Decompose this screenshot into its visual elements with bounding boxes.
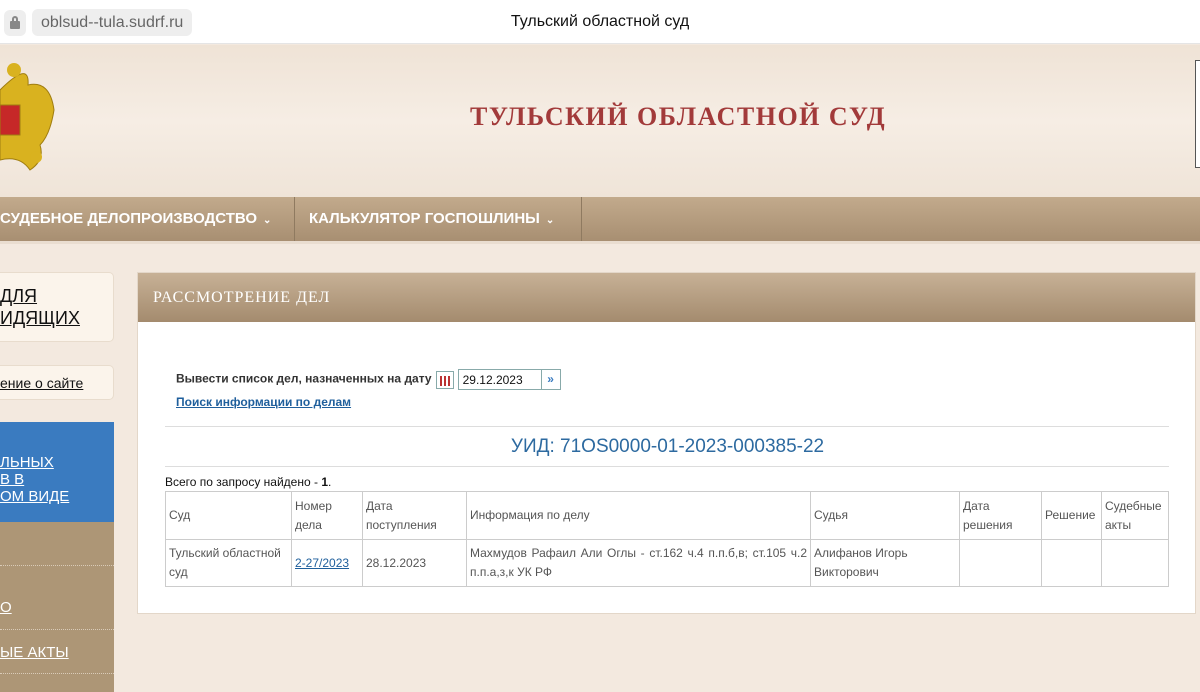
col-header: Номер дела bbox=[291, 491, 363, 540]
about-site-box: ение о сайте bbox=[0, 365, 114, 400]
sidebar-item[interactable]: ЫЕ АКТЫ bbox=[0, 644, 69, 661]
cell-court: Тульский областной суд bbox=[165, 539, 292, 587]
site-header: ТУЛЬСКИЙ ОБЛАСТНОЙ СУД bbox=[0, 45, 1200, 197]
main-nav: СУДЕБНОЕ ДЕЛОПРОИЗВОДСТВО ⌄ КАЛЬКУЛЯТОР Г… bbox=[0, 197, 1200, 244]
col-header: Информация по делу bbox=[466, 491, 811, 540]
date-form: Вывести список дел, назначенных на дату 2… bbox=[176, 369, 561, 409]
chevron-down-icon: ⌄ bbox=[545, 215, 555, 226]
divider bbox=[0, 673, 114, 674]
sidebar-blue-link[interactable]: ЛЬНЫХ В В ОМ ВИДЕ bbox=[0, 454, 69, 505]
browser-bar: oblsud--tula.sudrf.ru Тульский областной… bbox=[0, 0, 1200, 44]
col-header: Судья bbox=[810, 491, 960, 540]
cases-table: Суд Номер дела Дата поступления Информац… bbox=[165, 491, 1169, 587]
case-number-link[interactable]: 2-27/2023 bbox=[295, 556, 349, 570]
divider bbox=[0, 629, 114, 630]
date-input[interactable]: 29.12.2023 bbox=[457, 369, 542, 390]
col-header: Дата поступления bbox=[362, 491, 467, 540]
table-header-row: Суд Номер дела Дата поступления Информац… bbox=[165, 491, 1169, 540]
results-count: Всего по запросу найдено - 1. bbox=[165, 475, 332, 489]
nav-label: КАЛЬКУЛЯТОР ГОСПОШЛИНЫ bbox=[309, 210, 540, 227]
sidebar-menu: О ЫЕ АКТЫ bbox=[0, 522, 114, 692]
visually-impaired-link[interactable]: ДЛЯ ИДЯЩИХ bbox=[0, 285, 80, 329]
case-search-link[interactable]: Поиск информации по делам bbox=[176, 395, 561, 409]
panel-title: РАССМОТРЕНИЕ ДЕЛ bbox=[138, 273, 1195, 322]
calendar-icon[interactable] bbox=[435, 370, 454, 389]
col-header: Суд bbox=[165, 491, 292, 540]
cell-received: 28.12.2023 bbox=[362, 539, 467, 587]
date-label: Вывести список дел, назначенных на дату bbox=[176, 371, 432, 386]
nav-fee-calculator[interactable]: КАЛЬКУЛЯТОР ГОСПОШЛИНЫ ⌄ bbox=[295, 197, 582, 241]
cell-judge: Алифанов Игорь Викторович bbox=[810, 539, 960, 587]
col-header: Дата решения bbox=[959, 491, 1042, 540]
cell-info: Махмудов Рафаил Али Оглы - ст.162 ч.4 п.… bbox=[466, 539, 811, 587]
case-uid: УИД: 71OS0000-01-2023-000385-22 bbox=[510, 436, 825, 457]
submit-arrow-icon[interactable]: » bbox=[541, 369, 561, 390]
cell-acts bbox=[1101, 539, 1169, 587]
col-header: Решение bbox=[1041, 491, 1102, 540]
about-site-link[interactable]: ение о сайте bbox=[0, 375, 83, 391]
table-row: Тульский областной суд 2-27/2023 28.12.2… bbox=[165, 539, 1169, 587]
cell-decision-date bbox=[959, 539, 1042, 587]
cell-case-number: 2-27/2023 bbox=[291, 539, 363, 587]
nav-court-proceedings[interactable]: СУДЕБНОЕ ДЕЛОПРОИЗВОДСТВО ⌄ bbox=[0, 197, 295, 241]
coat-of-arms-icon bbox=[0, 63, 55, 171]
sidebar-blue-block: ЛЬНЫХ В В ОМ ВИДЕ bbox=[0, 422, 114, 522]
col-header: Судебные акты bbox=[1101, 491, 1169, 540]
case-panel: РАССМОТРЕНИЕ ДЕЛ Вывести список дел, наз… bbox=[137, 272, 1196, 614]
sidebar-item[interactable]: О bbox=[0, 599, 12, 616]
chevron-down-icon: ⌄ bbox=[263, 215, 272, 226]
site-title: ТУЛЬСКИЙ ОБЛАСТНОЙ СУД bbox=[470, 102, 887, 131]
divider bbox=[165, 466, 1169, 467]
search-box-edge[interactable] bbox=[1195, 60, 1200, 168]
visually-impaired-box: ДЛЯ ИДЯЩИХ bbox=[0, 272, 114, 342]
cell-decision bbox=[1041, 539, 1102, 587]
divider bbox=[165, 426, 1169, 427]
page-title-bar: Тульский областной суд bbox=[510, 13, 690, 30]
divider bbox=[0, 565, 114, 566]
nav-label: СУДЕБНОЕ ДЕЛОПРОИЗВОДСТВО bbox=[0, 210, 258, 227]
